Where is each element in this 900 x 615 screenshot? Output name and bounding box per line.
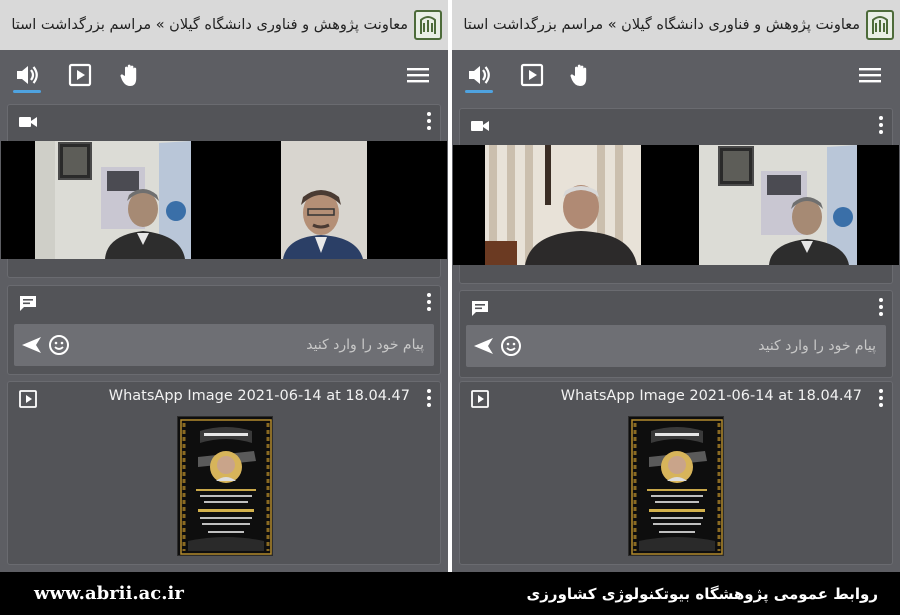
footer-website-url: www.abrii.ac.ir (34, 583, 184, 604)
shared-file-name[interactable]: WhatsApp Image 2021-06-14 at 18.04.47 (109, 388, 410, 404)
kebab-menu-icon[interactable] (878, 388, 884, 408)
participant-video-1 (35, 141, 191, 259)
participant-video-2 (699, 145, 857, 265)
speaker-icon[interactable] (14, 62, 40, 88)
kebab-menu-icon[interactable] (878, 297, 884, 317)
video-card (1, 104, 447, 278)
media-play-icon (19, 390, 37, 408)
active-tab-indicator (13, 90, 41, 93)
play-square-icon[interactable] (519, 62, 545, 88)
footer-organization-name: روابط عمومی پژوهشگاه بیوتکنولوژی کشاورزی (526, 584, 878, 603)
chat-icon (472, 301, 488, 316)
emoji-icon[interactable] (500, 335, 522, 357)
active-tab-indicator (465, 90, 493, 93)
title-bar: معاونت پژوهش و فناوری دانشگاه گیلان » مر… (0, 0, 448, 50)
right-meeting-screenshot: معاونت پژوهش و فناوری دانشگاه گیلان » مر… (452, 0, 900, 572)
shared-file-card: WhatsApp Image 2021-06-14 at 18.04.47 (459, 381, 893, 565)
send-icon[interactable] (472, 335, 494, 357)
video-camera-icon (19, 117, 37, 127)
hamburger-menu-icon[interactable] (857, 62, 883, 88)
shared-file-name[interactable]: WhatsApp Image 2021-06-14 at 18.04.47 (561, 388, 862, 404)
kebab-menu-icon[interactable] (426, 292, 432, 312)
meeting-title: معاونت پژوهش و فناوری دانشگاه گیلان » مر… (11, 17, 408, 33)
chat-card (459, 290, 893, 378)
toolbar (452, 50, 900, 102)
toolbar (0, 50, 448, 102)
send-icon[interactable] (20, 334, 42, 356)
video-grid (453, 145, 899, 265)
raised-hand-icon[interactable] (568, 62, 594, 88)
hamburger-menu-icon[interactable] (405, 62, 431, 88)
university-logo (866, 10, 894, 40)
kebab-menu-icon[interactable] (426, 111, 432, 131)
chat-icon (20, 296, 36, 311)
chat-message-input[interactable] (526, 325, 876, 367)
raised-hand-icon[interactable] (118, 62, 144, 88)
media-play-icon (471, 390, 489, 408)
shared-file-card: WhatsApp Image 2021-06-14 at 18.04.47 (7, 381, 441, 565)
participant-video-1 (485, 145, 641, 265)
shared-image-preview[interactable] (177, 416, 273, 556)
video-camera-icon (471, 121, 489, 131)
shared-image-preview[interactable] (628, 416, 724, 556)
video-grid (1, 141, 447, 259)
footer-banner: www.abrii.ac.ir روابط عمومی پژوهشگاه بیو… (0, 572, 900, 615)
kebab-menu-icon[interactable] (426, 388, 432, 408)
participant-video-2 (281, 141, 367, 259)
video-card (453, 108, 899, 284)
play-square-icon[interactable] (67, 62, 93, 88)
title-bar: معاونت پژوهش و فناوری دانشگاه گیلان » مر… (452, 0, 900, 50)
chat-card (7, 285, 441, 375)
meeting-title: معاونت پژوهش و فناوری دانشگاه گیلان » مر… (463, 17, 860, 33)
speaker-icon[interactable] (466, 62, 492, 88)
chat-composer (14, 324, 434, 366)
chat-composer (466, 325, 886, 367)
chat-message-input[interactable] (74, 324, 424, 366)
kebab-menu-icon[interactable] (878, 115, 884, 135)
left-meeting-screenshot: معاونت پژوهش و فناوری دانشگاه گیلان » مر… (0, 0, 448, 572)
university-logo (414, 10, 442, 40)
emoji-icon[interactable] (48, 334, 70, 356)
